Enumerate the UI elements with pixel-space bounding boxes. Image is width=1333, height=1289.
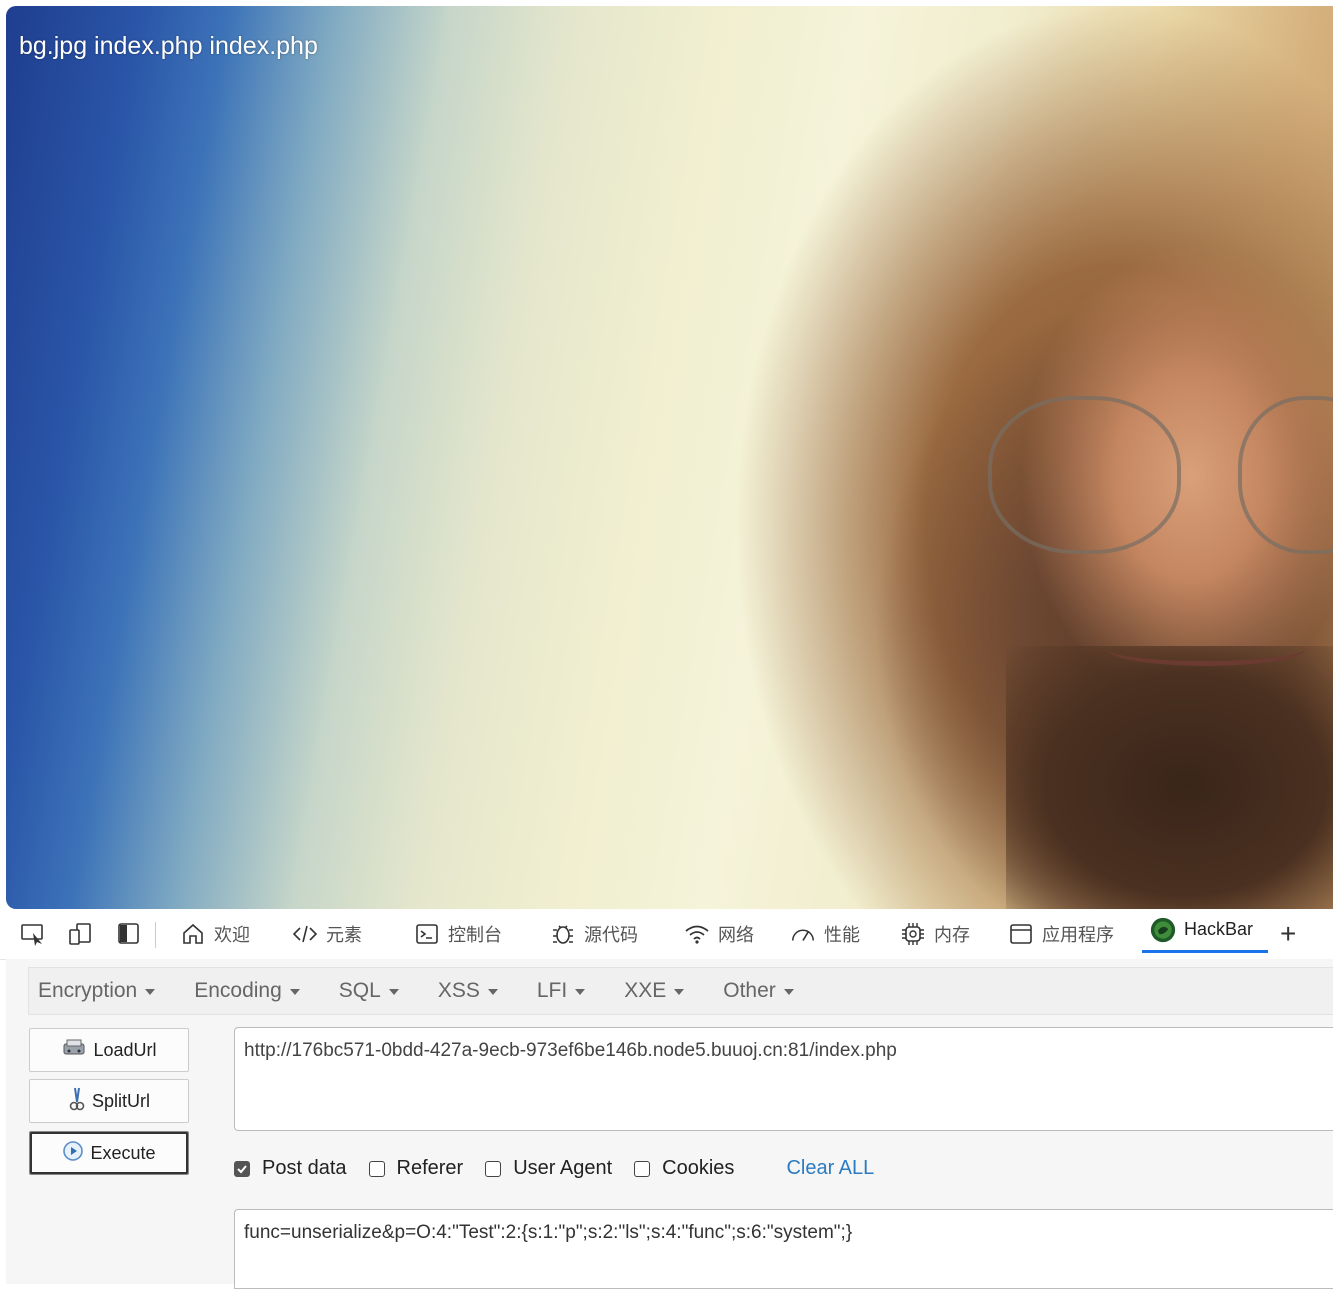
devtools-toolbar: 欢迎 元素 控制台 源代码 网络 性能 内存 应用程序 HackBar + bbox=[0, 909, 1333, 960]
referer-label: Referer bbox=[396, 1157, 464, 1179]
background-photo-detail bbox=[988, 396, 1181, 554]
chevron-down-icon bbox=[145, 989, 156, 995]
chevron-down-icon bbox=[388, 989, 399, 995]
tab-label: 内存 bbox=[934, 925, 970, 945]
menu-sql[interactable]: SQL bbox=[339, 979, 399, 1003]
split-url-button[interactable]: SplitUrl bbox=[29, 1079, 189, 1123]
tab-elements[interactable]: 元素 bbox=[292, 909, 362, 959]
tab-memory[interactable]: 内存 bbox=[900, 909, 970, 959]
tab-label: 元素 bbox=[326, 925, 362, 945]
background-photo-detail bbox=[1238, 396, 1333, 554]
menu-xss[interactable]: XSS bbox=[438, 979, 498, 1003]
post-data-input[interactable]: func=unserialize&p=O:4:"Test":2:{s:1:"p"… bbox=[234, 1209, 1333, 1289]
device-emulation-icon[interactable] bbox=[68, 909, 94, 959]
load-url-button[interactable]: LoadUrl bbox=[29, 1028, 189, 1072]
background-photo-detail bbox=[1106, 631, 1306, 666]
bug-icon bbox=[550, 921, 576, 947]
chevron-down-icon bbox=[674, 989, 685, 995]
menu-other[interactable]: Other bbox=[723, 979, 794, 1003]
menu-lfi[interactable]: LFI bbox=[536, 979, 586, 1003]
url-input[interactable]: http://176bc571-0bdd-427a-9ecb-973ef6be1… bbox=[234, 1027, 1333, 1131]
cookies-checkbox[interactable] bbox=[634, 1160, 651, 1177]
tab-network[interactable]: 网络 bbox=[684, 909, 754, 959]
cookies-label: Cookies bbox=[662, 1157, 735, 1179]
menu-label: XSS bbox=[437, 979, 480, 1002]
toggle-sidebar-icon[interactable] bbox=[117, 909, 141, 959]
tab-sources[interactable]: 源代码 bbox=[550, 909, 638, 959]
tab-label: 应用程序 bbox=[1042, 925, 1114, 945]
page-viewport: bg.jpg index.php index.php bbox=[6, 6, 1333, 909]
gauge-icon bbox=[790, 921, 816, 947]
post-data-checkbox[interactable] bbox=[234, 1160, 250, 1177]
window-icon bbox=[1008, 921, 1034, 947]
toolbar-divider bbox=[155, 922, 156, 948]
options-row: Post data Referer User Agent Cookies Cle… bbox=[234, 1157, 874, 1180]
tab-label: 网络 bbox=[718, 925, 754, 945]
hackbar-menu: Encryption Encoding SQL XSS LFI XXE Othe… bbox=[28, 967, 1333, 1015]
chevron-down-icon bbox=[783, 989, 794, 995]
chevron-down-icon bbox=[575, 989, 586, 995]
menu-encryption[interactable]: Encryption bbox=[38, 979, 156, 1003]
referer-checkbox[interactable] bbox=[368, 1160, 385, 1177]
chip-icon bbox=[900, 921, 926, 947]
hackbar-panel: Encryption Encoding SQL XSS LFI XXE Othe… bbox=[6, 959, 1333, 1289]
split-url-label: SplitUrl bbox=[91, 1090, 150, 1111]
inspect-element-icon[interactable] bbox=[20, 909, 46, 959]
code-icon bbox=[292, 921, 318, 947]
background-photo-detail bbox=[1006, 646, 1333, 909]
scissors-icon bbox=[68, 1086, 86, 1117]
console-icon bbox=[414, 921, 440, 947]
page-body-text: bg.jpg index.php index.php bbox=[19, 32, 318, 60]
chevron-down-icon bbox=[487, 989, 498, 995]
post-data-label: Post data bbox=[262, 1157, 347, 1179]
execute-button[interactable]: Execute bbox=[29, 1131, 189, 1175]
play-icon bbox=[62, 1140, 84, 1167]
tab-hackbar[interactable]: HackBar bbox=[1142, 909, 1268, 953]
tab-label: 性能 bbox=[824, 925, 860, 945]
add-tab-button[interactable]: + bbox=[1280, 909, 1296, 959]
tab-welcome[interactable]: 欢迎 bbox=[180, 909, 250, 959]
load-url-icon bbox=[61, 1038, 87, 1063]
tab-performance[interactable]: 性能 bbox=[790, 909, 860, 959]
referer-option[interactable]: Referer bbox=[368, 1157, 464, 1180]
wifi-icon bbox=[684, 921, 710, 947]
execute-label: Execute bbox=[90, 1142, 156, 1163]
menu-label: Other bbox=[723, 979, 776, 1002]
home-icon bbox=[180, 921, 206, 947]
menu-label: SQL bbox=[338, 979, 381, 1002]
user-agent-option[interactable]: User Agent bbox=[485, 1157, 612, 1180]
menu-encoding[interactable]: Encoding bbox=[194, 979, 300, 1003]
menu-xxe[interactable]: XXE bbox=[624, 979, 685, 1003]
user-agent-checkbox[interactable] bbox=[485, 1160, 502, 1177]
menu-label: LFI bbox=[536, 979, 568, 1002]
hackbar-logo-icon bbox=[1150, 917, 1176, 943]
tab-application[interactable]: 应用程序 bbox=[1008, 909, 1114, 959]
menu-label: Encryption bbox=[38, 979, 138, 1002]
tab-label: 控制台 bbox=[448, 925, 502, 945]
chevron-down-icon bbox=[289, 989, 300, 995]
tab-label: 源代码 bbox=[584, 925, 638, 945]
post-data-option[interactable]: Post data bbox=[234, 1157, 347, 1180]
cookies-option[interactable]: Cookies bbox=[634, 1157, 734, 1180]
tab-label: 欢迎 bbox=[214, 925, 250, 945]
tab-console[interactable]: 控制台 bbox=[414, 909, 502, 959]
menu-label: Encoding bbox=[194, 979, 282, 1002]
load-url-label: LoadUrl bbox=[93, 1039, 157, 1060]
tab-label: HackBar bbox=[1184, 919, 1254, 939]
menu-label: XXE bbox=[624, 979, 667, 1002]
user-agent-label: User Agent bbox=[513, 1157, 613, 1179]
clear-all-link[interactable]: Clear ALL bbox=[786, 1157, 874, 1180]
